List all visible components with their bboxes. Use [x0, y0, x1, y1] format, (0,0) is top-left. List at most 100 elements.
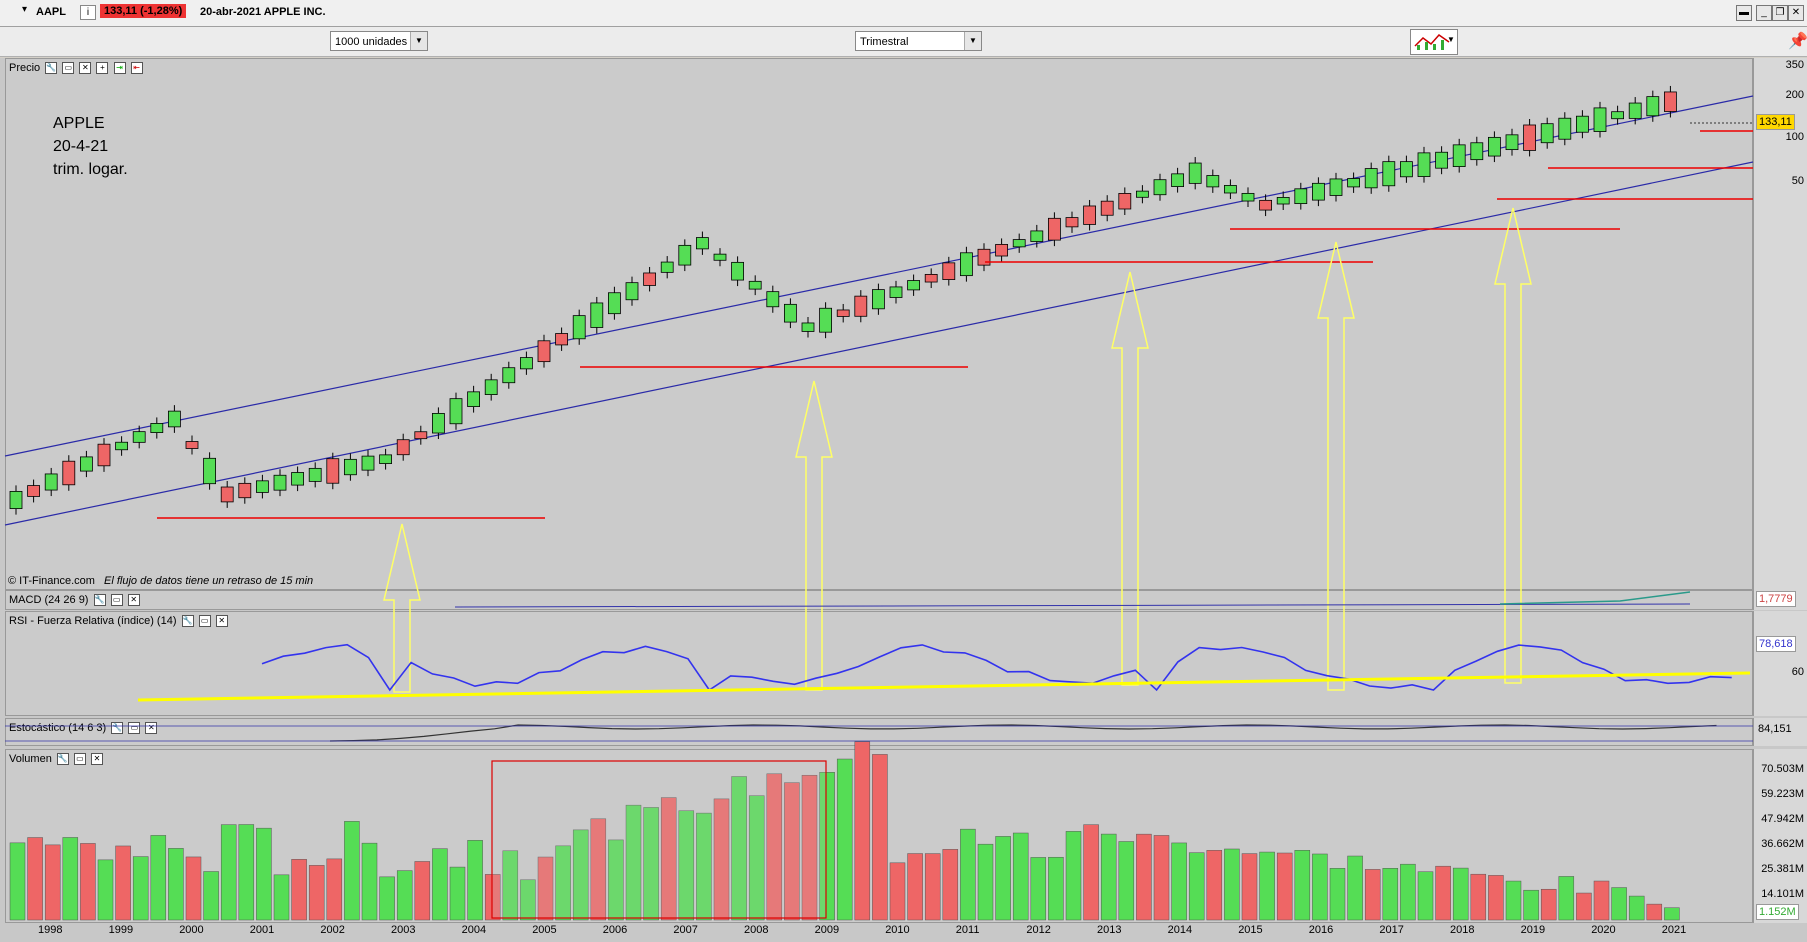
time-axis-label: 2008 — [744, 924, 769, 936]
chevron-down-icon[interactable]: ▼ — [1447, 35, 1455, 44]
price-axis[interactable]: 350 200 100 50 133,11 — [1753, 58, 1807, 590]
last-price-tag: 133,11 — [1756, 114, 1795, 130]
volume-panel-header: Volumen 🔧 ▭ ✕ — [9, 753, 103, 766]
time-axis-label: 2007 — [673, 924, 698, 936]
volume-axis-label: 36.662M — [1761, 838, 1804, 850]
volume-axis-label: 25.381M — [1761, 863, 1804, 875]
watermark-note: El flujo de datos tiene un retraso de 15… — [104, 575, 314, 587]
chevron-down-icon[interactable]: ▼ — [410, 32, 427, 50]
annotation-line: 20-4-21 — [53, 138, 109, 155]
macd-axis: 1,7779 — [1753, 590, 1807, 610]
volume-axis-label: 70.503M — [1761, 763, 1804, 775]
macd-panel-title: MACD (24 26 9) — [9, 594, 89, 606]
stochastic-panel-title: Estocástico (14 6 3) — [9, 722, 107, 734]
volume-panel-title: Volumen — [9, 753, 52, 765]
volume-value-tag: 1.152M — [1756, 904, 1799, 920]
time-axis-label: 2010 — [885, 924, 910, 936]
time-axis-label: 2013 — [1097, 924, 1122, 936]
rsi-panel-title: RSI - Fuerza Relativa (índice) (14) — [9, 615, 177, 627]
stochastic-axis: 84,151 — [1753, 718, 1807, 746]
time-axis-label: 2017 — [1379, 924, 1404, 936]
restore-icon[interactable]: ❐ — [1772, 5, 1788, 21]
maximize-icon[interactable]: ▭ — [128, 722, 141, 735]
volume-axis-label: 59.223M — [1761, 788, 1804, 800]
time-axis-label: 1998 — [38, 924, 63, 936]
remove-icon[interactable]: ⇤ — [130, 62, 143, 75]
price-panel-header: Precio 🔧 ▭ ✕ + ⇥ ⇤ — [9, 62, 143, 75]
close-icon[interactable]: ✕ — [145, 722, 158, 735]
title-bar: ▾ AAPL i 133,11 (-1,28%) 20-abr-2021 APP… — [0, 0, 1807, 27]
volume-axis: 70.503M 59.223M 47.942M 36.662M 25.381M … — [1753, 749, 1807, 923]
time-axis-label: 2009 — [814, 924, 840, 936]
toolbar: 1000 unidades ▼ Trimestral ▼ ▼ 📌 — [0, 27, 1807, 57]
period-select-value: Trimestral — [860, 36, 909, 48]
price-panel: Precio 🔧 ▭ ✕ + ⇥ ⇤ APPLE 20-4-21 trim. l… — [5, 58, 1753, 590]
wrench-icon[interactable]: 🔧 — [45, 62, 58, 75]
wrench-icon[interactable]: 🔧 — [56, 753, 69, 766]
maximize-icon[interactable]: ▭ — [198, 615, 211, 628]
time-axis-label: 1999 — [108, 924, 134, 936]
time-axis-label: 2006 — [602, 924, 628, 936]
time-axis-label: 2020 — [1591, 924, 1616, 936]
time-axis-label: 2000 — [179, 924, 204, 936]
maximize-icon[interactable]: ▭ — [62, 62, 75, 75]
insert-icon[interactable]: ⇥ — [113, 62, 126, 75]
minimize-icon[interactable]: _ — [1756, 5, 1772, 21]
rsi-panel: RSI - Fuerza Relativa (índice) (14) 🔧 ▭ … — [5, 611, 1753, 716]
price-axis-label: 350 — [1785, 59, 1804, 71]
price-change-badge: 133,11 (-1,28%) — [100, 4, 187, 18]
maximize-icon[interactable]: ▭ — [110, 594, 123, 607]
close-icon[interactable]: ✕ — [79, 62, 92, 75]
rsi-level-label: 60 — [1791, 666, 1804, 678]
close-icon[interactable]: ✕ — [127, 594, 140, 607]
rsi-panel-header: RSI - Fuerza Relativa (índice) (14) 🔧 ▭ … — [9, 615, 228, 628]
stochastic-value-tag: 84,151 — [1758, 723, 1792, 735]
price-axis-label: 50 — [1791, 175, 1804, 187]
price-panel-title: Precio — [9, 62, 41, 74]
time-axis-label: 2004 — [461, 924, 487, 936]
volume-axis-label: 14.101M — [1761, 888, 1804, 900]
close-icon[interactable]: ✕ — [1788, 5, 1804, 21]
close-icon[interactable]: ✕ — [215, 615, 228, 628]
time-axis-label: 2016 — [1308, 924, 1334, 936]
macd-value-tag: 1,7779 — [1756, 591, 1796, 607]
wrench-icon[interactable]: 🔧 — [93, 594, 106, 607]
time-axis-label: 2011 — [955, 924, 980, 936]
wrench-icon[interactable]: 🔧 — [111, 722, 124, 735]
volume-panel: Volumen 🔧 ▭ ✕ — [5, 749, 1753, 923]
annotation-line: trim. logar. — [53, 161, 128, 178]
macd-panel-header: MACD (24 26 9) 🔧 ▭ ✕ — [9, 594, 140, 607]
time-axis-label: 2001 — [249, 924, 275, 936]
time-axis-label: 2015 — [1238, 924, 1263, 936]
time-axis-label: 2014 — [1167, 924, 1193, 936]
units-select-value: 1000 unidades — [335, 36, 408, 48]
symbol-dropdown-icon[interactable]: ▾ — [22, 4, 27, 15]
instrument-description: 20-abr-2021 APPLE INC. — [200, 6, 326, 18]
close-icon[interactable]: ✕ — [91, 753, 103, 766]
watermark-source: © IT-Finance.com — [8, 575, 95, 587]
window-menu-icon[interactable]: ▬ — [1736, 5, 1752, 21]
symbol-label[interactable]: AAPL — [36, 6, 66, 18]
add-indicator-icon[interactable]: + — [96, 62, 109, 75]
data-source-watermark: © IT-Finance.com El flujo de datos tiene… — [8, 575, 313, 587]
units-select[interactable]: 1000 unidades ▼ — [330, 31, 428, 51]
annotation-line: APPLE — [53, 115, 105, 132]
chevron-down-icon[interactable]: ▼ — [964, 32, 981, 50]
time-axis-label: 2018 — [1450, 924, 1475, 936]
period-select[interactable]: Trimestral ▼ — [855, 31, 982, 51]
rsi-axis: 78,618 60 — [1753, 611, 1807, 716]
pin-icon[interactable]: 📌 — [1788, 31, 1807, 51]
maximize-icon[interactable]: ▭ — [73, 753, 86, 766]
time-axis-label: 2012 — [1026, 924, 1051, 936]
time-axis-label: 2002 — [320, 924, 345, 936]
rsi-value-tag: 78,618 — [1756, 636, 1796, 652]
price-axis-label: 200 — [1785, 89, 1804, 101]
chart-annotation: APPLE 20-4-21 trim. logar. — [53, 112, 128, 181]
macd-panel: MACD (24 26 9) 🔧 ▭ ✕ — [5, 590, 1753, 610]
time-axis-label: 2019 — [1520, 924, 1546, 936]
time-axis-label: 2003 — [391, 924, 416, 936]
price-axis-label: 100 — [1785, 131, 1804, 143]
volume-axis-label: 47.942M — [1761, 813, 1804, 825]
wrench-icon[interactable]: 🔧 — [181, 615, 194, 628]
info-icon[interactable]: i — [80, 5, 96, 20]
